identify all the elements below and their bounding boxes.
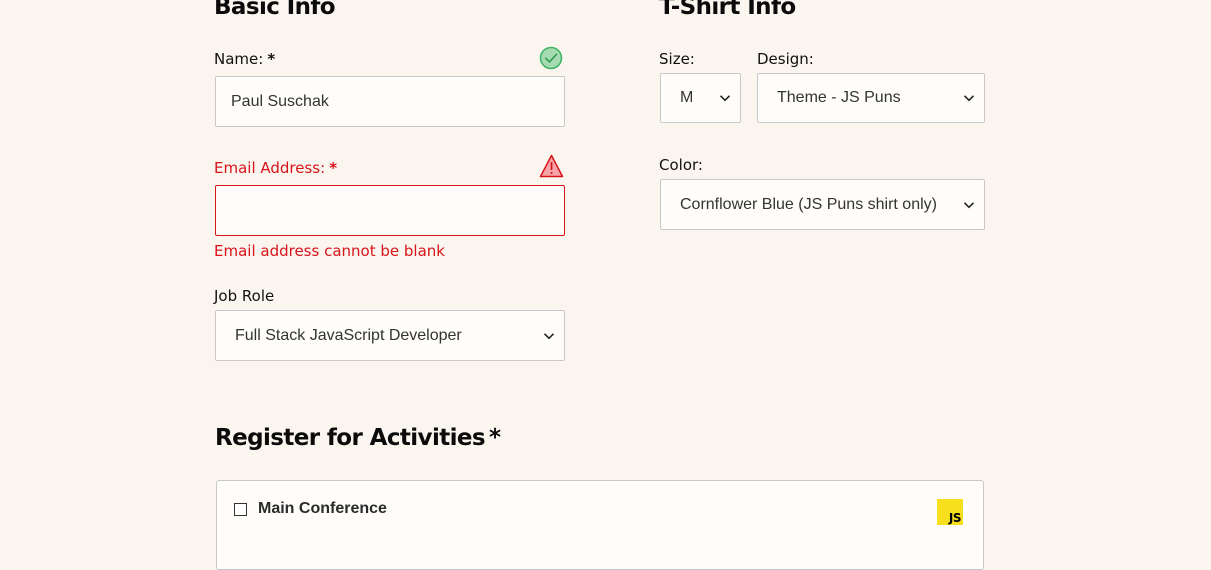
chevron-down-icon bbox=[963, 95, 975, 102]
tshirt-info-heading: T-Shirt Info bbox=[659, 0, 796, 20]
size-select[interactable]: M bbox=[660, 73, 741, 123]
color-label: Color: bbox=[659, 156, 703, 174]
chevron-down-icon bbox=[719, 95, 731, 102]
color-select[interactable]: Cornflower Blue (JS Puns shirt only) bbox=[660, 179, 985, 230]
name-label: Name: * bbox=[214, 50, 275, 68]
name-required-mark: * bbox=[267, 50, 276, 68]
email-required-mark: * bbox=[329, 159, 338, 177]
size-selected: M bbox=[680, 89, 694, 106]
size-label: Size: bbox=[659, 50, 695, 68]
email-label: Email Address: * bbox=[214, 159, 337, 177]
name-input[interactable]: Paul Suschak bbox=[215, 76, 565, 127]
design-label: Design: bbox=[757, 50, 814, 68]
design-selected: Theme - JS Puns bbox=[777, 89, 901, 106]
js-badge-text: JS bbox=[948, 511, 962, 525]
activities-heading: Register for Activities * bbox=[215, 425, 501, 451]
job-role-label: Job Role bbox=[214, 287, 275, 305]
basic-info-heading: Basic Info bbox=[214, 0, 336, 20]
name-input-value: Paul Suschak bbox=[231, 92, 329, 110]
email-label-text: Email Address: bbox=[214, 159, 326, 177]
job-role-select[interactable]: Full Stack JavaScript Developer bbox=[215, 310, 565, 361]
activities-required-mark: * bbox=[489, 425, 501, 451]
check-circle-icon bbox=[539, 46, 563, 70]
chevron-down-icon bbox=[963, 201, 975, 208]
color-selected: Cornflower Blue (JS Puns shirt only) bbox=[680, 195, 937, 213]
name-label-text: Name: bbox=[214, 50, 264, 68]
email-input[interactable] bbox=[215, 185, 565, 236]
activities-heading-text: Register for Activities bbox=[215, 425, 486, 451]
design-select[interactable]: Theme - JS Puns bbox=[757, 73, 985, 123]
chevron-down-icon bbox=[543, 332, 555, 339]
activities-list: Main Conference JS bbox=[216, 480, 984, 570]
warning-triangle-icon bbox=[539, 154, 564, 178]
job-role-selected: Full Stack JavaScript Developer bbox=[235, 326, 462, 344]
email-error-message: Email address cannot be blank bbox=[214, 242, 445, 260]
main-conference-label[interactable]: Main Conference bbox=[258, 500, 387, 518]
js-logo-icon: JS bbox=[937, 499, 963, 525]
main-conference-checkbox[interactable] bbox=[234, 503, 247, 516]
